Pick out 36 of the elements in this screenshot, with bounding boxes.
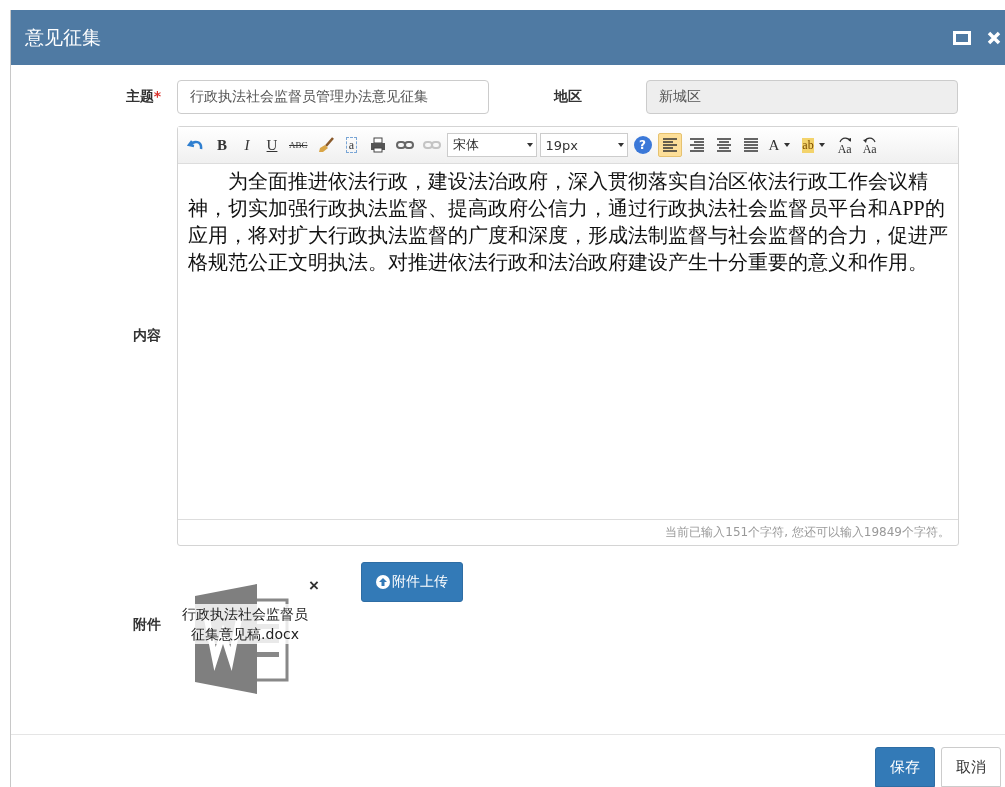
highlight-button[interactable]: ab	[799, 133, 831, 157]
select-all-button[interactable]: a	[340, 133, 363, 157]
arrow-icon	[861, 135, 878, 143]
align-justify-icon	[741, 137, 760, 153]
rich-text-editor[interactable]	[177, 126, 959, 546]
align-left-button[interactable]	[657, 133, 682, 157]
upload-button[interactable]: 附件上传	[361, 562, 463, 602]
content-paragraph: 为全面推进依法行政，建设法治政府，深入贯彻落实自治区依法行政工作会议精神，切实加强行政执法监督、提高政府公信力，通过行政执法社会监督员平台和APP的应用，将对扩大行政执法监督的广度和深度，形成法制监督与社会监督的合力，促进严格规范公正文明执法。对推进依法行政和法治政府建设产生十分重要的意义和作用。	[188, 169, 948, 275]
align-center-icon	[714, 137, 733, 153]
file-name: 行政执法社会监督员征集意见稿.docx	[179, 604, 311, 644]
font-family-select[interactable]: 宋体	[446, 133, 537, 157]
font-shrink-button[interactable]: Aa	[858, 132, 881, 158]
window-title: 意见征集	[25, 24, 102, 50]
remove-file-button[interactable]: ×	[309, 576, 319, 596]
region-label: 地区	[552, 88, 583, 106]
printer-icon	[368, 137, 387, 153]
cancel-button[interactable]: 取消	[941, 747, 1001, 787]
brush-icon	[316, 137, 335, 153]
align-right-icon	[687, 137, 706, 153]
bold-button[interactable]: B	[211, 133, 233, 157]
content-label: 内容	[132, 327, 161, 345]
close-icon[interactable]	[987, 30, 1001, 45]
maximize-icon[interactable]	[953, 30, 971, 45]
subject-label: 主题*	[124, 88, 161, 106]
font-color-button[interactable]: A	[765, 133, 797, 157]
align-left-icon	[660, 137, 679, 153]
font-grow-button[interactable]: Aa	[833, 132, 856, 158]
underline-button[interactable]: U	[261, 133, 283, 157]
strikethrough-button[interactable]: ABC	[286, 133, 311, 157]
attachment-label: 附件	[132, 616, 161, 634]
font-size-select[interactable]: 19px	[539, 133, 628, 157]
italic-button[interactable]: I	[236, 133, 258, 157]
save-button[interactable]: 保存	[875, 747, 935, 787]
character-counter: 当前已输入151个字符, 您还可以输入19849个字符。	[665, 524, 950, 541]
upload-icon	[376, 575, 390, 589]
subject-field[interactable]: 行政执法社会监督员管理办法意见征集	[177, 80, 489, 114]
